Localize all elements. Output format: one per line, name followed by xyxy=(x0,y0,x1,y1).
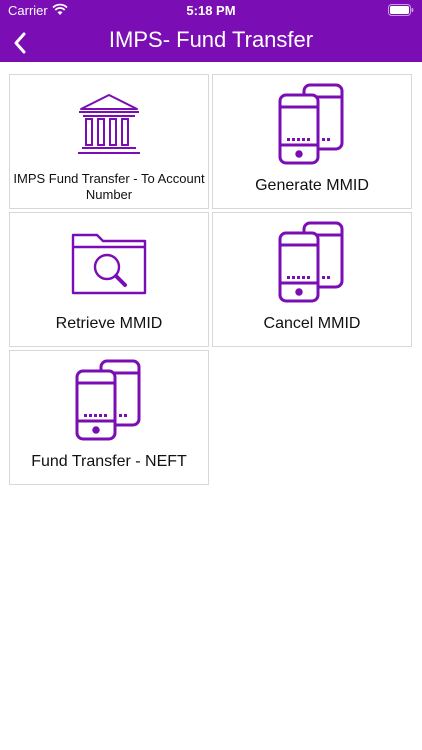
bank-icon xyxy=(78,94,140,154)
tile-generate-mmid[interactable]: Generate MMID xyxy=(212,74,412,209)
mobile-phones-icon xyxy=(278,83,344,165)
tile-label: Generate MMID xyxy=(255,177,369,194)
tile-label: Cancel MMID xyxy=(263,315,361,332)
tile-label: IMPS Fund Transfer - To Account Number xyxy=(13,171,205,202)
clock: 5:18 PM xyxy=(186,3,236,18)
battery-icon xyxy=(388,4,414,16)
tile-fund-transfer-neft[interactable]: Fund Transfer - NEFT xyxy=(9,350,209,485)
mobile-phones-icon xyxy=(278,221,344,303)
tile-cancel-mmid[interactable]: Cancel MMID xyxy=(212,212,412,347)
mobile-phones-icon xyxy=(75,359,141,441)
tile-label: Retrieve MMID xyxy=(55,315,163,332)
tile-retrieve-mmid[interactable]: Retrieve MMID xyxy=(9,212,209,347)
page-title: IMPS- Fund Transfer xyxy=(108,27,314,52)
navigation-header: Carrier 5:18 PM IMPS- Fund Transfer xyxy=(0,0,422,62)
folder-search-icon xyxy=(71,233,147,295)
tile-label: Fund Transfer - NEFT xyxy=(31,453,187,470)
tile-imps-account-transfer[interactable]: IMPS Fund Transfer - To Account Number xyxy=(9,74,209,209)
status-bar: Carrier 5:18 PM xyxy=(0,0,422,22)
